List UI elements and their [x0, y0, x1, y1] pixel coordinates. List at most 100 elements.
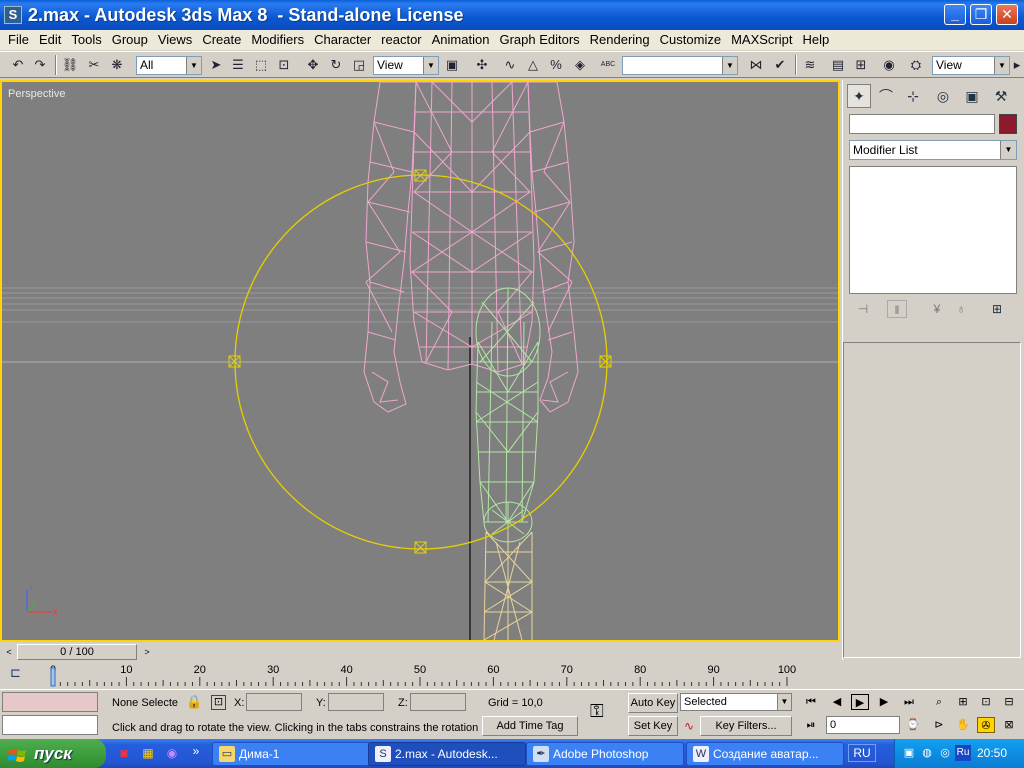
tray-app-icon[interactable]: ◍ — [919, 745, 935, 761]
modifier-list-dropdown[interactable]: Modifier List ▼ — [849, 140, 1017, 160]
taskbar-item-3dsmax[interactable]: S 2.max - Autodesk... — [368, 742, 526, 766]
select-and-rotate-icon[interactable]: ↻ — [326, 56, 346, 74]
selection-filter-dropdown[interactable]: All ▼ — [136, 56, 202, 75]
taskbar-item-word[interactable]: W Создание аватар... — [686, 742, 844, 766]
maximize-viewport-icon[interactable]: ⊠ — [1000, 717, 1018, 733]
key-mode-toggle-icon[interactable]: ⏯ — [802, 717, 820, 733]
menu-edit[interactable]: Edit — [34, 30, 66, 50]
system-clock[interactable]: 20:50 — [977, 746, 1007, 760]
tray-sync-icon[interactable]: ◎ — [937, 745, 953, 761]
select-and-scale-icon[interactable]: ◲ — [349, 56, 369, 74]
quicklaunch-more-icon[interactable]: » — [188, 743, 204, 759]
time-slider-thumb[interactable]: 0 / 100 — [17, 644, 137, 660]
schematic-view-icon[interactable]: ⊞ — [851, 56, 871, 74]
quicklaunch-media-icon[interactable]: ▦ — [140, 745, 156, 761]
go-to-end-icon[interactable]: ⏭ — [900, 694, 918, 710]
select-and-link-icon[interactable]: ⛓ — [60, 56, 80, 74]
menu-reactor[interactable]: reactor — [376, 30, 426, 50]
close-button[interactable]: ✕ — [996, 4, 1018, 25]
menu-views[interactable]: Views — [153, 30, 197, 50]
window-crossing-icon[interactable]: ⊡ — [274, 56, 294, 74]
menu-customize[interactable]: Customize — [655, 30, 726, 50]
pivot-center-icon[interactable]: ▣ — [442, 56, 462, 74]
character-mesh-lower-leg[interactable] — [483, 531, 533, 640]
dropdown-arrow-icon[interactable]: ▼ — [186, 57, 201, 74]
menu-rendering[interactable]: Rendering — [585, 30, 655, 50]
unlink-selection-icon[interactable]: ✂ — [84, 56, 104, 74]
make-unique-icon[interactable]: ¥ — [927, 300, 947, 318]
rectangular-selection-icon[interactable]: ⬚ — [251, 56, 271, 74]
angle-snap-icon[interactable]: △ — [523, 56, 543, 74]
render-view-dropdown[interactable]: View ▼ — [932, 56, 1010, 75]
object-color-swatch[interactable] — [999, 114, 1017, 134]
language-indicator[interactable]: RU — [848, 744, 876, 762]
lock-selection-icon[interactable]: 🔒 — [186, 695, 202, 709]
named-selection-sets-dropdown[interactable]: ▼ — [622, 56, 738, 75]
network-icon[interactable]: ▣ — [901, 745, 917, 761]
dropdown-arrow-icon[interactable]: ▼ — [777, 694, 791, 710]
pin-stack-icon[interactable]: ⊣ — [853, 300, 873, 318]
redo-icon[interactable]: ↷ — [30, 56, 50, 74]
tray-language-icon[interactable]: Ru — [955, 745, 971, 761]
taskbar-item-photoshop[interactable]: ✒ Adobe Photoshop — [526, 742, 684, 766]
absolute-mode-icon[interactable]: ⊡ — [211, 695, 226, 710]
time-configuration-icon[interactable]: ⌚ — [904, 717, 922, 733]
3dsmax-app-icon[interactable]: S — [4, 6, 22, 24]
render-scene-icon[interactable]: ⛭ — [906, 56, 926, 74]
zoom-icon[interactable]: ⌕ — [930, 694, 948, 710]
create-tab-icon[interactable]: ✦ — [847, 84, 871, 108]
utilities-tab-icon[interactable]: ⚒ — [989, 84, 1013, 108]
zoom-all-icon[interactable]: ⊞ — [954, 694, 972, 710]
maxscript-listener-white[interactable] — [2, 715, 98, 735]
select-by-name-icon[interactable]: ☰ — [228, 56, 248, 74]
current-frame-marker[interactable] — [50, 667, 56, 687]
show-end-result-icon[interactable]: ‖ — [887, 300, 907, 318]
select-object-icon[interactable]: ➤ — [206, 56, 226, 74]
edit-named-selection-icon[interactable]: ABC — [598, 56, 618, 74]
set-key-mode-icon[interactable]: ⚿ — [590, 702, 604, 720]
play-animation-icon[interactable]: ▶ — [851, 694, 869, 710]
mirror-icon[interactable]: ⋈ — [746, 56, 766, 74]
menu-maxscript[interactable]: MAXScript — [726, 30, 797, 50]
go-to-start-icon[interactable]: ⏮ — [802, 694, 820, 710]
menu-file[interactable]: File — [3, 30, 34, 50]
select-and-move-icon[interactable]: ✥ — [303, 56, 323, 74]
start-button[interactable]: пуск — [0, 739, 106, 768]
motion-tab-icon[interactable]: ◎ — [931, 84, 955, 108]
auto-key-button[interactable]: Auto Key — [628, 693, 678, 713]
menu-group[interactable]: Group — [107, 30, 153, 50]
configure-modifier-sets-icon[interactable]: ⊞ — [987, 300, 1007, 318]
minimize-button[interactable]: _ — [944, 4, 966, 25]
menu-create[interactable]: Create — [197, 30, 246, 50]
spinner-snap-icon[interactable]: ◈ — [570, 56, 590, 74]
y-coord-field[interactable] — [328, 693, 384, 711]
material-editor-icon[interactable]: ◉ — [879, 56, 899, 74]
object-name-field[interactable] — [849, 114, 995, 134]
dropdown-arrow-icon[interactable]: ▼ — [994, 57, 1009, 74]
current-frame-field[interactable]: 0 — [826, 716, 900, 734]
align-icon[interactable]: ✔ — [770, 56, 790, 74]
display-tab-icon[interactable]: ▣ — [960, 84, 984, 108]
percent-snap-icon[interactable]: % — [546, 56, 566, 74]
modify-tab-icon[interactable]: ⌒ — [874, 84, 898, 108]
menu-animation[interactable]: Animation — [427, 30, 495, 50]
zoom-extents-icon[interactable]: ⊡ — [977, 694, 995, 710]
set-key-button[interactable]: Set Key — [628, 716, 678, 736]
zoom-extents-all-icon[interactable]: ⊟ — [1000, 694, 1018, 710]
quicklaunch-player-icon[interactable]: ◉ — [164, 745, 180, 761]
track-bar[interactable]: ⊏ 1020304050607080901000 — [0, 661, 840, 689]
curve-key-icon[interactable]: ∿ — [684, 719, 694, 733]
menu-help[interactable]: Help — [797, 30, 834, 50]
character-mesh-green[interactable] — [475, 287, 541, 543]
taskbar-item-folder[interactable]: ▭ Дима-1 — [212, 742, 370, 766]
menu-graph-editors[interactable]: Graph Editors — [494, 30, 584, 50]
time-slider-next-button[interactable]: > — [140, 644, 154, 660]
curve-editor-icon[interactable]: ▤ — [828, 56, 848, 74]
perspective-viewport[interactable]: z x Perspective — [0, 80, 840, 642]
key-mode-dropdown[interactable]: Selected ▼ — [680, 693, 792, 711]
reference-coordinate-dropdown[interactable]: View ▼ — [373, 56, 439, 75]
layer-manager-icon[interactable]: ≋ — [800, 56, 820, 74]
modifier-stack[interactable] — [849, 166, 1017, 294]
arc-rotate-icon[interactable]: ✇ — [977, 717, 995, 733]
previous-frame-icon[interactable]: ◀ — [828, 694, 846, 710]
